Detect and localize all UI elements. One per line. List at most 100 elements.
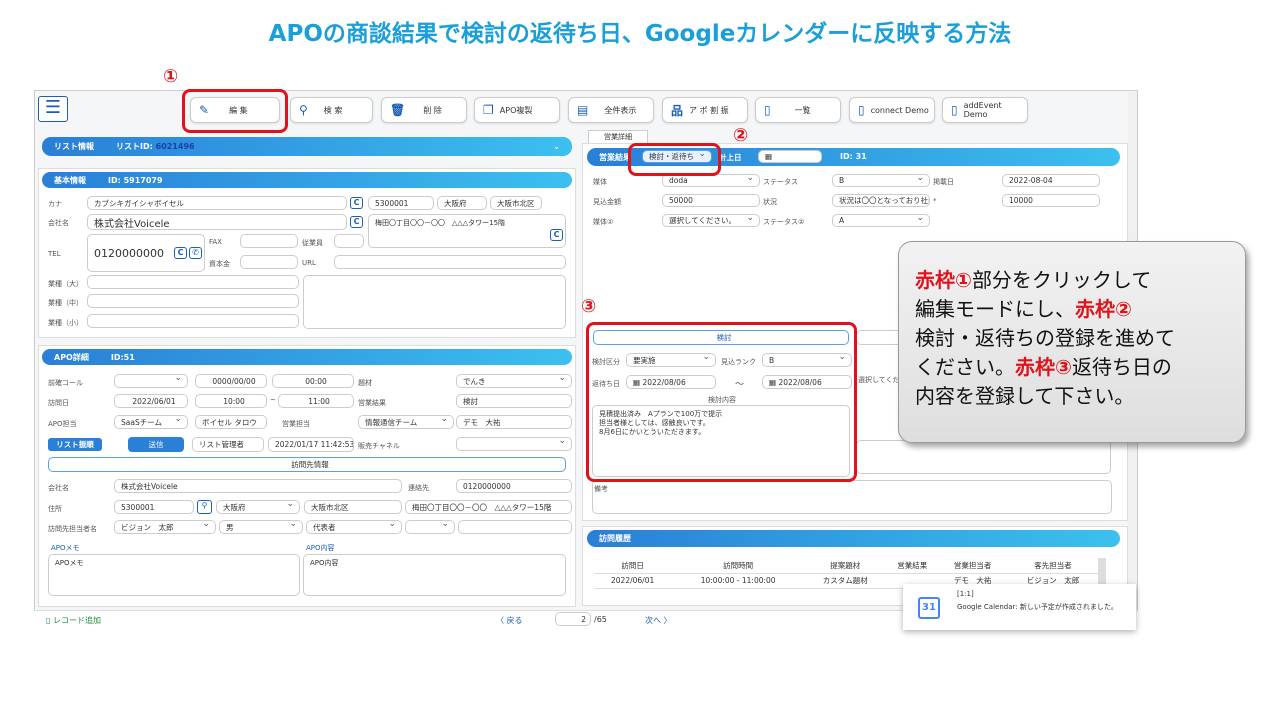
sales-team-select[interactable]: 情報通信チーム: [358, 415, 454, 429]
remarks-field[interactable]: [592, 480, 1112, 514]
status-select[interactable]: B: [832, 174, 930, 187]
sitemap-icon: 品: [671, 103, 684, 118]
extra-select[interactable]: [405, 520, 455, 534]
history-cell: カスタム題材: [805, 573, 886, 589]
copy-icon[interactable]: C: [174, 247, 187, 259]
apo-owner-field[interactable]: ボイセル タロウ: [195, 415, 267, 429]
url-field[interactable]: [334, 255, 566, 269]
prev-button[interactable]: 〈 戻る: [496, 615, 523, 626]
annotation-box-3: [586, 322, 857, 482]
connect-demo-button[interactable]: ▯ connect Demo: [849, 97, 935, 123]
review-extra-field[interactable]: [856, 440, 1111, 474]
chevron-down-icon: ⌄: [553, 142, 560, 151]
show-all-button[interactable]: ▤ 全件表示: [568, 97, 654, 123]
history-cell: 2022/06/01: [594, 573, 672, 589]
history-bar: 訪問履歴: [587, 530, 1120, 547]
zip-field[interactable]: 5300001: [368, 196, 434, 210]
manager-field[interactable]: リスト管理者: [192, 437, 264, 452]
channel-select[interactable]: [456, 437, 572, 451]
document-icon: ▯: [764, 103, 771, 117]
booked-date-field[interactable]: ▦: [758, 150, 822, 163]
phone-icon[interactable]: ✆: [189, 247, 202, 259]
apo-content-field[interactable]: APO内容: [303, 554, 566, 596]
precall-time[interactable]: 00:00: [272, 374, 354, 388]
history-header: 営業結果: [885, 558, 940, 574]
visit-to[interactable]: 11:00: [278, 394, 354, 408]
page-input[interactable]: 2: [555, 612, 591, 626]
page-title: APOの商談結果で検討の返待ち日、Googleカレンダーに反映する方法: [268, 21, 1012, 47]
send-button[interactable]: 送信: [128, 437, 184, 452]
assign-button[interactable]: 品ア ポ 割 振: [662, 97, 748, 123]
industry-large-field[interactable]: [87, 275, 299, 289]
person-field[interactable]: ビジョン 太郎: [114, 520, 216, 534]
delete-button[interactable]: 🗑 削 除: [381, 97, 467, 123]
condition-field[interactable]: 状況は〇〇となっており社内: [832, 194, 930, 207]
extra-field[interactable]: [458, 520, 572, 534]
copy-icon[interactable]: C: [550, 229, 563, 241]
copy-icon: ❐: [483, 103, 494, 117]
google-calendar-icon: 31: [918, 597, 940, 619]
address-field[interactable]: 梅田〇丁目〇〇－〇〇 △△△タワー15階: [368, 214, 566, 248]
city-field[interactable]: 大阪市北区: [490, 196, 542, 210]
visit-company-field[interactable]: 株式会社Voicele: [114, 479, 402, 493]
material-select[interactable]: でんき: [456, 374, 572, 388]
apo-memo-field[interactable]: APOメモ: [48, 554, 300, 596]
list-button[interactable]: ▯ 一覧: [755, 97, 841, 123]
document-icon: ▯: [858, 103, 865, 117]
amount-field[interactable]: 50000: [662, 194, 760, 207]
fax-field[interactable]: [240, 234, 298, 248]
apo-team-select[interactable]: SaaSチーム: [114, 415, 188, 429]
capital-field[interactable]: [240, 255, 298, 269]
basic-info-bar: 基本情報 ID: 5917079: [42, 172, 572, 188]
search-icon: ⚲: [299, 103, 308, 117]
visit-from[interactable]: 10:00: [195, 394, 267, 408]
precall-select[interactable]: [114, 374, 188, 388]
amount2-field[interactable]: 10000: [1002, 194, 1100, 207]
industry-mid-field[interactable]: [87, 294, 299, 308]
trash-icon: 🗑: [390, 103, 406, 117]
tab-sales-detail[interactable]: 営業詳細: [588, 130, 648, 143]
calendar-toast[interactable]: 31 [1:1] Google Calendar: 新しい予定が作成されました。: [903, 584, 1136, 630]
visit-info-button[interactable]: 訪問先情報: [48, 457, 566, 472]
company-field[interactable]: 株式会社Voicele: [87, 214, 347, 230]
employees-field[interactable]: [334, 234, 364, 248]
kana-field[interactable]: カブシキガイシャボイセル: [87, 196, 347, 210]
copy-icon[interactable]: C: [350, 216, 363, 228]
result-field[interactable]: 検討: [456, 394, 572, 408]
apo-bar: APO詳細 ID:51: [42, 349, 572, 365]
history-header: 営業担当者: [939, 558, 1007, 574]
sales-person-field[interactable]: デモ 大祐: [456, 415, 572, 429]
list-sort-tag: リスト振順: [48, 438, 102, 451]
next-button[interactable]: 次へ 〉: [645, 615, 672, 626]
status2-select[interactable]: A: [832, 214, 930, 227]
annotation-box-2: [628, 143, 721, 176]
search-button[interactable]: ⚲ 検 索: [290, 97, 373, 123]
copy-icon[interactable]: C: [350, 197, 363, 209]
visit-zip-field[interactable]: 5300001: [114, 500, 194, 514]
role-select[interactable]: 代表者: [306, 520, 402, 534]
datetime-field[interactable]: 2022/01/17 11:42:53: [268, 437, 354, 452]
list-info-bar[interactable]: リスト情報 リストID: 6021496 ⌄: [42, 137, 572, 156]
history-header: 提案題材: [805, 558, 886, 574]
history-cell: 10:00:00 - 11:00:00: [671, 573, 806, 589]
visit-city-field[interactable]: 大阪市北区: [304, 500, 402, 514]
industry-notes-field[interactable]: [303, 275, 566, 329]
visit-date[interactable]: 2022/06/01: [114, 394, 188, 408]
pref-field[interactable]: 大阪府: [437, 196, 487, 210]
menu-icon[interactable]: ☰: [38, 96, 68, 122]
media2-select[interactable]: 選択してください。: [662, 214, 760, 227]
history-header: 客先担当者: [1006, 558, 1100, 574]
tel-field[interactable]: 0120000000: [87, 234, 205, 272]
visit-pref-select[interactable]: 大阪府: [216, 500, 300, 514]
contact-field[interactable]: 0120000000: [456, 479, 572, 493]
addevent-demo-button[interactable]: ▯ addEvent Demo: [942, 97, 1028, 123]
gender-select[interactable]: 男: [219, 520, 303, 534]
visit-street-field[interactable]: 梅田〇丁目〇〇－〇〇 △△△タワー15階: [405, 500, 572, 514]
search-icon[interactable]: ⚲: [197, 500, 212, 514]
history-header: 訪問日: [594, 558, 672, 574]
post-date-field[interactable]: 2022-08-04: [1002, 174, 1100, 187]
precall-date[interactable]: 0000/00/00: [195, 374, 267, 388]
add-record-button[interactable]: ▯ レコード追加: [46, 615, 101, 626]
copy-apo-button[interactable]: ❐ APO複製: [474, 97, 560, 123]
industry-small-field[interactable]: [87, 314, 299, 328]
